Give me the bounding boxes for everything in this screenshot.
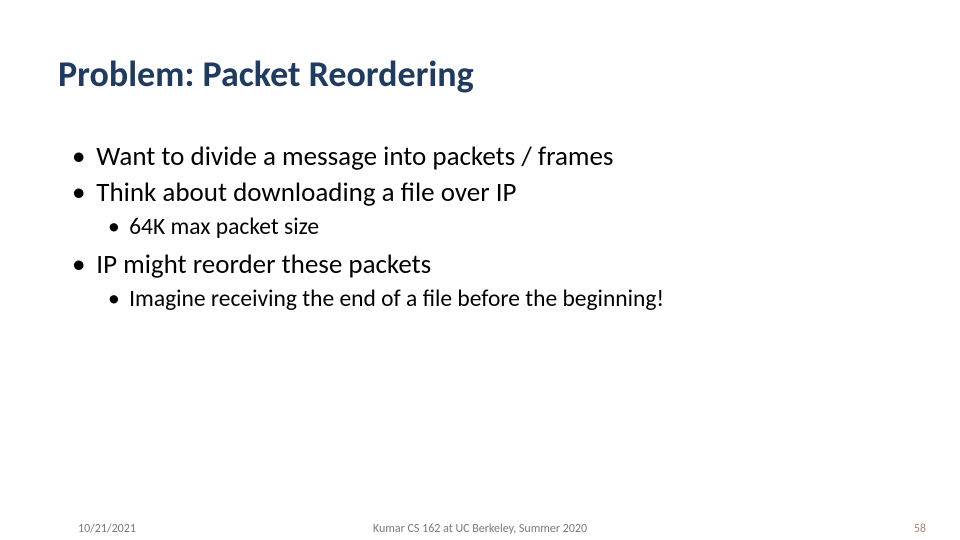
- bullet-text: Want to divide a message into packets / …: [96, 140, 613, 173]
- bullet-icon: •: [108, 212, 129, 243]
- bullet-text: IP might reorder these packets: [96, 248, 431, 281]
- sub-bullet-item: •64K max packet size: [108, 212, 902, 243]
- bullet-text: Think about downloading a file over IP: [96, 176, 516, 209]
- sub-bullet-item: •Imagine receiving the end of a file bef…: [108, 284, 902, 315]
- footer-center: Kumar CS 162 at UC Berkeley, Summer 2020: [0, 522, 960, 536]
- slide-content: •Want to divide a message into packets /…: [72, 140, 902, 318]
- bullet-item: •IP might reorder these packets: [72, 248, 902, 282]
- bullet-item: •Think about downloading a file over IP: [72, 176, 902, 210]
- slide: Problem: Packet Reordering •Want to divi…: [0, 0, 960, 540]
- slide-title: Problem: Packet Reordering: [58, 52, 474, 96]
- bullet-icon: •: [72, 248, 96, 282]
- bullet-icon: •: [72, 176, 96, 210]
- bullet-icon: •: [72, 140, 96, 174]
- bullet-text: Imagine receiving the end of a file befo…: [129, 285, 664, 313]
- bullet-text: 64K max packet size: [129, 213, 319, 241]
- page-number: 58: [914, 522, 926, 536]
- bullet-icon: •: [108, 284, 129, 315]
- bullet-item: •Want to divide a message into packets /…: [72, 140, 902, 174]
